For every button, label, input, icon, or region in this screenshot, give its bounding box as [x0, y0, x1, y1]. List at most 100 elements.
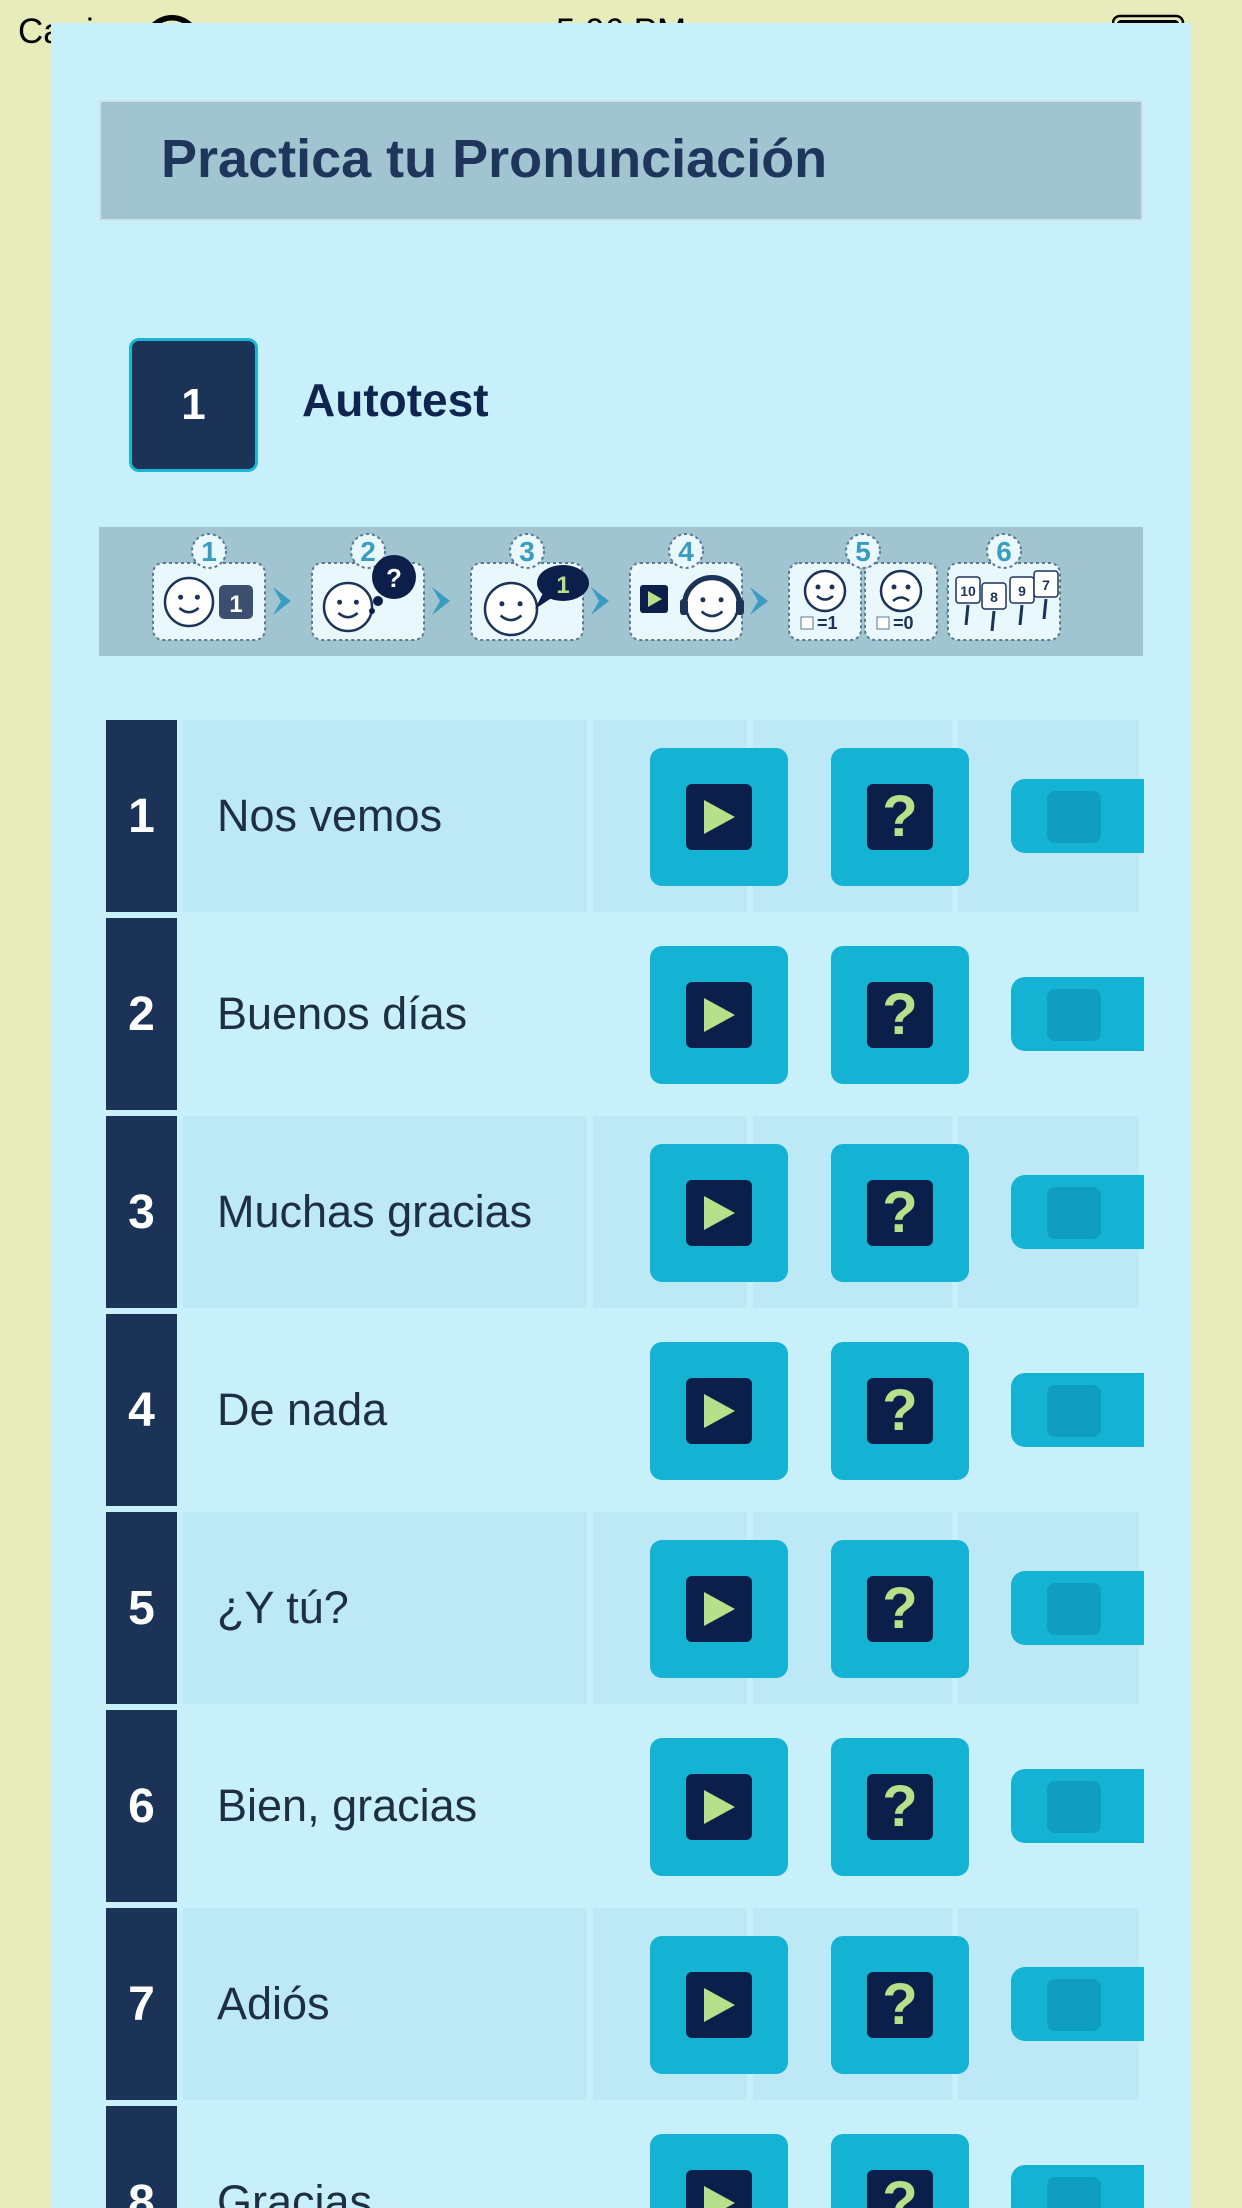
play-icon: [686, 784, 752, 850]
step-number-label: 4: [678, 536, 694, 567]
play-icon: [686, 1774, 752, 1840]
hint-button[interactable]: ?: [831, 1936, 969, 2074]
page-title: Practica tu Pronunciación: [161, 129, 828, 189]
question-mark-icon: ?: [867, 1972, 933, 2038]
table-row: 2 Buenos días ?: [102, 911, 1144, 1110]
play-icon: [686, 1972, 752, 2038]
step-1: 11: [152, 533, 291, 641]
step-2: 2?: [311, 533, 450, 641]
question-mark-icon: ?: [867, 1180, 933, 1246]
step-mark-label: 1: [229, 591, 242, 618]
toggle-knob: [1047, 1781, 1101, 1833]
hint-button[interactable]: ?: [831, 1342, 969, 1480]
question-mark-icon: ?: [867, 982, 933, 1048]
phrase-table: 1 Nos vemos ? 2 Buenos días ? 3 Muchas g…: [102, 713, 1144, 2208]
row-number: 2: [106, 918, 177, 1110]
toggle-switch[interactable]: [1011, 977, 1144, 1051]
toggle-knob: [1047, 791, 1101, 843]
toggle-knob: [1047, 2177, 1101, 2208]
question-mark-icon: ?: [867, 1576, 933, 1642]
table-row: 4 De nada ?: [102, 1307, 1144, 1506]
row-number: 7: [106, 1908, 177, 2100]
toggle-switch[interactable]: [1011, 1967, 1144, 2041]
row-number: 6: [106, 1710, 177, 1902]
phrase-text: Bien, gracias: [217, 1780, 478, 1831]
toggle-knob: [1047, 989, 1101, 1041]
hint-button[interactable]: ?: [831, 2134, 969, 2208]
play-button[interactable]: [650, 1342, 788, 1480]
play-icon: [686, 1576, 752, 1642]
step-mark-label: =0: [893, 613, 914, 633]
steps-diagram: 112?314 5=1 =0610 8 9 7: [152, 533, 1061, 641]
hint-button[interactable]: ?: [831, 1738, 969, 1876]
step-5: 5 =1 =0: [788, 533, 963, 641]
hint-button[interactable]: ?: [831, 1144, 969, 1282]
play-icon: [686, 2170, 752, 2208]
steps-strip: 1 1 2? 3 1 4 5 =1 =0 6 10 8 9 7: [99, 527, 1143, 656]
row-number: 8: [106, 2106, 177, 2208]
phrase-text: Muchas gracias: [217, 1186, 533, 1237]
step-arrow-icon: [591, 587, 609, 615]
hint-button[interactable]: ?: [831, 748, 969, 886]
row-number: 5: [106, 1512, 177, 1704]
question-mark-icon: ?: [867, 784, 933, 850]
phrase-text: De nada: [217, 1384, 388, 1435]
step-number-label: 2: [360, 536, 376, 567]
step-4: 4: [629, 533, 768, 641]
play-button[interactable]: [650, 1936, 788, 2074]
phrase-text: Nos vemos: [217, 790, 443, 841]
table-row: 6 Bien, gracias ?: [102, 1703, 1144, 1902]
question-mark-icon: ?: [867, 1378, 933, 1444]
table-row: 3 Muchas gracias ?: [102, 1109, 1144, 1308]
toggle-switch[interactable]: [1011, 2165, 1144, 2208]
main-panel: Practica tu Pronunciación 1 Autotest 112…: [51, 23, 1191, 2208]
step-number-label: 3: [519, 536, 535, 567]
row-number: 4: [106, 1314, 177, 1506]
step-arrow-icon: [432, 587, 450, 615]
table-row: 5 ¿Y tú? ?: [102, 1505, 1144, 1704]
lesson-title: Autotest: [302, 374, 489, 426]
play-button[interactable]: [650, 1144, 788, 1282]
step-3: 31: [470, 533, 609, 641]
hint-button[interactable]: ?: [831, 1540, 969, 1678]
hint-button[interactable]: ?: [831, 946, 969, 1084]
play-button[interactable]: [650, 1738, 788, 1876]
phrase-text: Adiós: [217, 1978, 330, 2029]
step-number-label: 6: [996, 536, 1012, 567]
toggle-switch[interactable]: [1011, 779, 1144, 853]
step-mark-label: 1: [556, 572, 569, 599]
step-mark-label: 9: [1018, 583, 1026, 599]
row-number: 1: [106, 720, 177, 912]
step-6: 6 10 8 9 7: [947, 533, 1061, 641]
question-mark-icon: ?: [867, 1774, 933, 1840]
step-number-label: 5: [855, 536, 871, 567]
step-arrow-icon: [273, 587, 291, 615]
step-mark-label: =1: [817, 613, 838, 633]
play-button[interactable]: [650, 1540, 788, 1678]
play-button[interactable]: [650, 946, 788, 1084]
phrase-text: Buenos días: [217, 988, 468, 1039]
toggle-switch[interactable]: [1011, 1373, 1144, 1447]
lesson-number-badge: 1: [129, 338, 258, 472]
step-arrow-icon: [750, 587, 768, 615]
step-mark-label: 7: [1042, 577, 1050, 593]
play-button[interactable]: [650, 2134, 788, 2208]
play-button[interactable]: [650, 748, 788, 886]
step-number-label: 1: [201, 536, 217, 567]
toggle-knob: [1047, 1979, 1101, 2031]
toggle-switch[interactable]: [1011, 1175, 1144, 1249]
question-mark-icon: ?: [867, 2170, 933, 2208]
table-row: 7 Adiós ?: [102, 1901, 1144, 2100]
title-bar: Practica tu Pronunciación: [99, 100, 1143, 221]
toggle-switch[interactable]: [1011, 1571, 1144, 1645]
step-mark-label: ?: [386, 563, 402, 593]
toggle-knob: [1047, 1583, 1101, 1635]
step-mark-label: 8: [990, 589, 998, 605]
play-icon: [686, 1378, 752, 1444]
table-row: 8 Gracias ?: [102, 2099, 1144, 2208]
row-number: 3: [106, 1116, 177, 1308]
play-icon: [686, 1180, 752, 1246]
toggle-switch[interactable]: [1011, 1769, 1144, 1843]
table-row: 1 Nos vemos ?: [102, 713, 1144, 912]
toggle-knob: [1047, 1187, 1101, 1239]
